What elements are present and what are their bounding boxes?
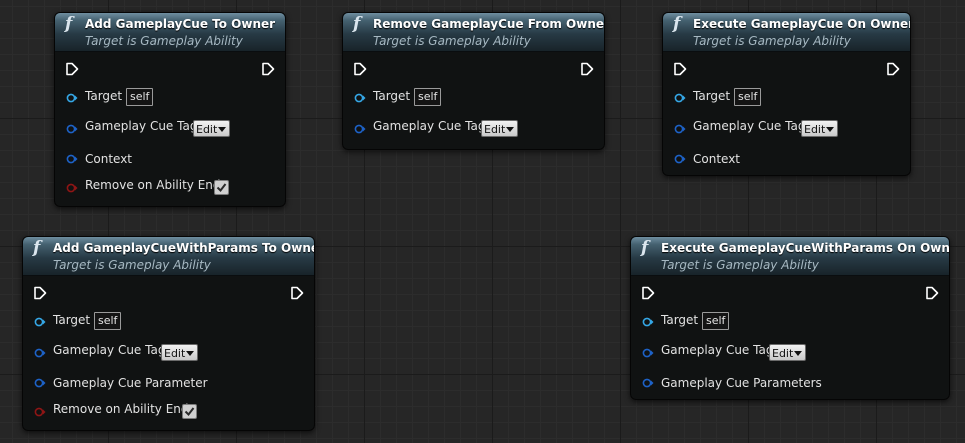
tag-edit-button[interactable]: Edit [161, 344, 198, 361]
exec-out-pin-icon[interactable] [261, 62, 275, 76]
node-subtitle: Target is Gameplay Ability [661, 258, 819, 272]
node-subtitle: Target is Gameplay Ability [693, 34, 851, 48]
gameplay-cue-tag-label: Gameplay Cue Tag [693, 119, 806, 133]
target-label: Target [373, 89, 411, 103]
edit-label: Edit [164, 347, 186, 360]
node-header[interactable]: f Execute GameplayCueWithParams On Owner… [631, 237, 949, 276]
caret-down-icon [794, 351, 802, 356]
tag-edit-button[interactable]: Edit [481, 120, 518, 137]
gameplay-cue-tag-label: Gameplay Cue Tag [53, 343, 166, 357]
node-add-gameplaycue-to-owner[interactable]: f Add GameplayCue To Owner Target is Gam… [54, 12, 286, 207]
function-f-icon: f [65, 14, 73, 34]
exec-in-pin-icon[interactable] [65, 62, 79, 76]
gameplay-cue-tag-pin-icon[interactable] [66, 124, 78, 134]
exec-out-pin-icon[interactable] [580, 62, 594, 76]
target-default-field[interactable]: self [94, 312, 122, 330]
remove-on-end-checkbox[interactable] [214, 180, 229, 195]
gameplay-cue-tag-label: Gameplay Cue Tag [661, 343, 774, 357]
remove-on-end-checkbox[interactable] [182, 404, 197, 419]
target-object-pin-icon[interactable] [66, 93, 78, 103]
tag-edit-button[interactable]: Edit [801, 120, 838, 137]
function-f-icon: f [353, 14, 361, 34]
edit-label: Edit [196, 123, 218, 136]
tag-edit-button[interactable]: Edit [193, 120, 230, 137]
function-f-icon: f [33, 238, 41, 258]
target-object-pin-icon[interactable] [354, 93, 366, 103]
gameplay-cue-tag-label: Gameplay Cue Tag [373, 119, 486, 133]
target-object-pin-icon[interactable] [674, 93, 686, 103]
gameplay-cue-parameters-pin-icon[interactable] [642, 378, 654, 388]
node-header[interactable]: f Add GameplayCue To Owner Target is Gam… [55, 13, 285, 52]
node-header[interactable]: f Execute GameplayCue On Owner Target is… [663, 13, 910, 52]
target-default-field[interactable]: self [126, 88, 154, 106]
node-execute-gameplaycue-on-owner[interactable]: f Execute GameplayCue On Owner Target is… [662, 12, 911, 176]
context-pin-icon[interactable] [66, 154, 78, 164]
target-object-pin-icon[interactable] [34, 317, 46, 327]
exec-out-pin-icon[interactable] [290, 286, 304, 300]
remove-on-ability-end-label: Remove on Ability End [53, 402, 189, 416]
node-remove-gameplaycue-from-owner[interactable]: f Remove GameplayCue From Owner Target i… [342, 12, 605, 150]
function-f-icon: f [673, 14, 681, 34]
target-label: Target [693, 89, 731, 103]
target-default-field[interactable]: self [414, 88, 442, 106]
target-label: Target [85, 89, 123, 103]
exec-in-pin-icon[interactable] [33, 286, 47, 300]
node-execute-gameplaycuewithparams-on-owner[interactable]: f Execute GameplayCueWithParams On Owner… [630, 236, 950, 400]
node-title: Add GameplayCueWithParams To Owner [53, 241, 315, 255]
gameplay-cue-tag-pin-icon[interactable] [642, 348, 654, 358]
edit-label: Edit [484, 123, 506, 136]
caret-down-icon [506, 127, 514, 132]
target-default-field[interactable]: self [702, 312, 730, 330]
context-label: Context [85, 152, 133, 166]
remove-on-end-bool-pin-icon[interactable] [66, 183, 78, 193]
tag-edit-button[interactable]: Edit [769, 344, 806, 361]
gameplay-cue-tag-pin-icon[interactable] [354, 124, 366, 134]
caret-down-icon [186, 351, 194, 356]
target-default-field[interactable]: self [734, 88, 762, 106]
gameplay-cue-tag-label: Gameplay Cue Tag [85, 119, 198, 133]
remove-on-end-bool-pin-icon[interactable] [34, 407, 46, 417]
exec-in-pin-icon[interactable] [641, 286, 655, 300]
node-header[interactable]: f Add GameplayCueWithParams To Owner Tar… [23, 237, 314, 276]
edit-label: Edit [804, 123, 826, 136]
node-header[interactable]: f Remove GameplayCue From Owner Target i… [343, 13, 604, 52]
edit-label: Edit [772, 347, 794, 360]
caret-down-icon [218, 127, 226, 132]
context-label: Context [693, 152, 741, 166]
target-object-pin-icon[interactable] [642, 317, 654, 327]
exec-in-pin-icon[interactable] [353, 62, 367, 76]
node-title: Add GameplayCue To Owner [85, 17, 276, 31]
target-label: Target [661, 313, 699, 327]
remove-on-ability-end-label: Remove on Ability End [85, 178, 221, 192]
gameplay-cue-parameter-label: Gameplay Cue Parameter [53, 376, 208, 390]
node-title: Execute GameplayCue On Owner [693, 17, 911, 31]
node-title: Execute GameplayCueWithParams On Owner [661, 241, 950, 255]
target-label: Target [53, 313, 91, 327]
node-subtitle: Target is Gameplay Ability [373, 34, 531, 48]
gameplay-cue-parameters-label: Gameplay Cue Parameters [661, 376, 822, 390]
gameplay-cue-tag-pin-icon[interactable] [674, 124, 686, 134]
node-title: Remove GameplayCue From Owner [373, 17, 605, 31]
context-pin-icon[interactable] [674, 154, 686, 164]
caret-down-icon [826, 127, 834, 132]
exec-out-pin-icon[interactable] [886, 62, 900, 76]
gameplay-cue-parameter-pin-icon[interactable] [34, 378, 46, 388]
node-subtitle: Target is Gameplay Ability [53, 258, 211, 272]
node-subtitle: Target is Gameplay Ability [85, 34, 243, 48]
gameplay-cue-tag-pin-icon[interactable] [34, 348, 46, 358]
function-f-icon: f [641, 238, 649, 258]
node-add-gameplaycuewithparams-to-owner[interactable]: f Add GameplayCueWithParams To Owner Tar… [22, 236, 315, 431]
exec-in-pin-icon[interactable] [673, 62, 687, 76]
exec-out-pin-icon[interactable] [925, 286, 939, 300]
